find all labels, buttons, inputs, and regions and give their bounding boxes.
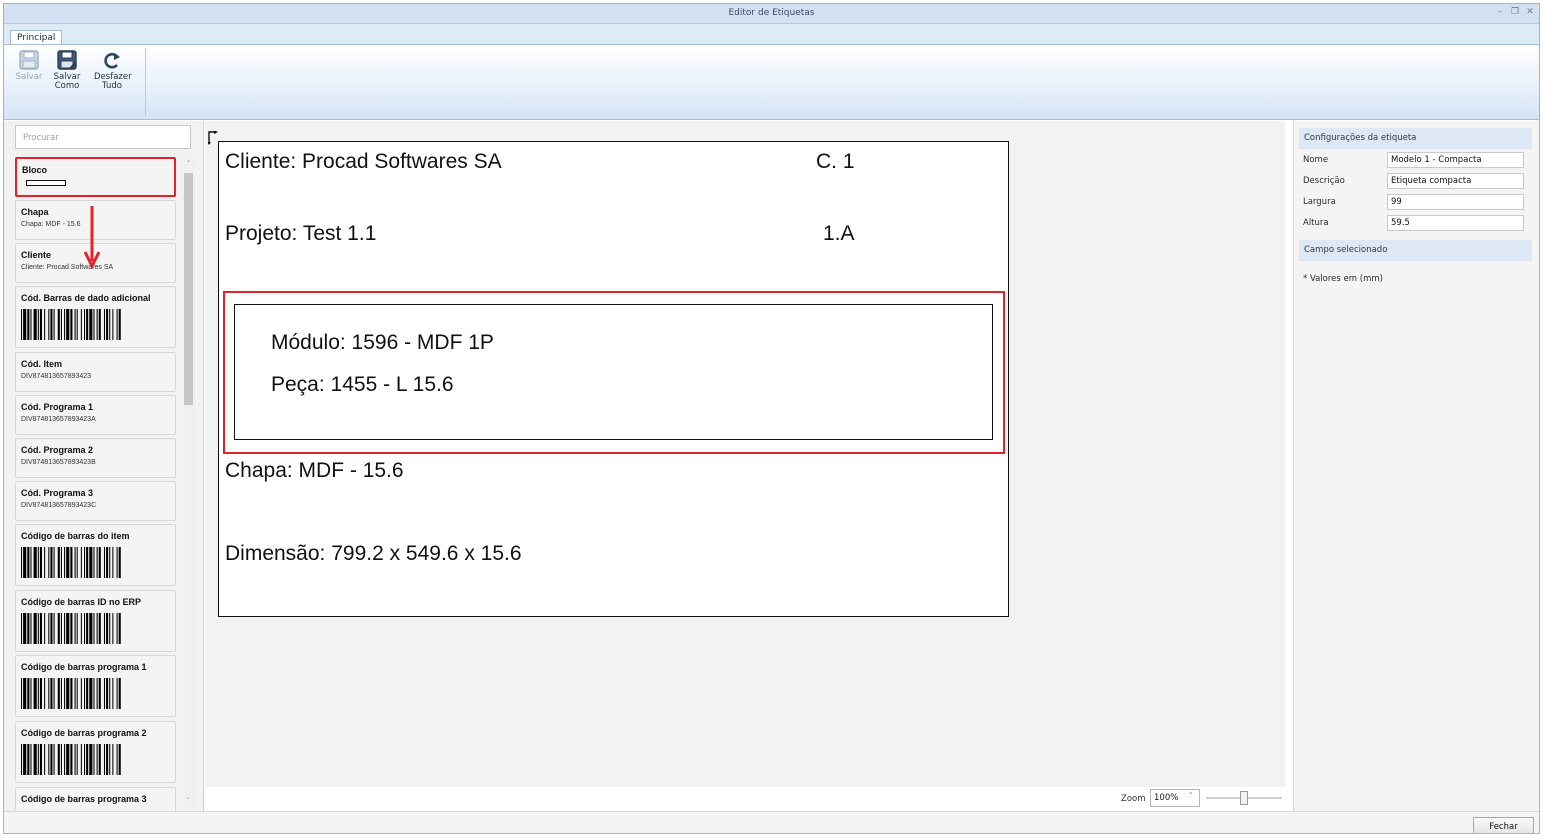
app-window: Editor de Etiquetas – ❐ ✕ Principal Salv…: [3, 3, 1540, 834]
ribbon-separator: [145, 48, 146, 116]
title-bar: Editor de Etiquetas – ❐ ✕: [4, 4, 1539, 24]
scrollbar-thumb[interactable]: [184, 173, 193, 405]
field-item-label: Cód. Programa 2: [21, 445, 94, 455]
label-dimensao-text[interactable]: Dimensão: 799.2 x 549.6 x 15.6: [225, 542, 522, 566]
ribbon-tab-row: Principal: [4, 24, 1539, 45]
block-preview-icon: [26, 180, 66, 186]
label-modulo-text[interactable]: Módulo: 1596 - MDF 1P: [271, 331, 494, 355]
selected-field-header: Campo selecionado: [1299, 240, 1532, 261]
label-chapa-text[interactable]: Chapa: MDF - 15.6: [225, 459, 404, 483]
label-c1-text[interactable]: C. 1: [816, 150, 855, 174]
close-window-button[interactable]: ✕: [1524, 7, 1536, 17]
undo-all-icon: [104, 52, 120, 69]
label-preview[interactable]: Cliente: Procad Softwares SA C. 1 Projet…: [218, 141, 1009, 617]
field-item-barcode-programa-2[interactable]: Código de barras programa 2: [15, 721, 176, 783]
field-item-label: Bloco: [22, 165, 48, 175]
search-input[interactable]: Procurar: [15, 125, 191, 149]
scroll-up-icon[interactable]: ˄: [182, 160, 195, 168]
config-label-nome: Nome: [1303, 155, 1329, 165]
barcode-icon: [21, 678, 121, 709]
field-item-barcode-id-erp[interactable]: Código de barras ID no ERP: [15, 590, 176, 652]
zoom-slider-knob[interactable]: [1240, 791, 1248, 805]
field-item-value: DIV874813657893423A: [21, 416, 96, 423]
save-label: Salvar: [15, 72, 43, 82]
field-item-label: Cód. Programa 3: [21, 488, 94, 498]
tab-principal[interactable]: Principal: [10, 30, 63, 45]
field-item-barcode-programa-3[interactable]: Código de barras programa 3: [15, 787, 176, 811]
field-item-barcode-item[interactable]: Código de barras do item: [15, 524, 176, 586]
footer-bar: Fechar: [4, 811, 1539, 833]
field-item-value: DIV874813657893423B: [21, 459, 96, 466]
field-list-scrollbar[interactable]: ˄ ˅: [182, 157, 195, 811]
altura-input[interactable]: 59.5: [1387, 215, 1524, 231]
field-item-label: Código de barras programa 2: [21, 728, 147, 738]
zoom-select[interactable]: 100%: [1150, 789, 1200, 807]
undo-all-button[interactable]: Desfazer Tudo: [94, 49, 132, 91]
field-item-label: Chapa: [21, 207, 49, 217]
minimize-button[interactable]: –: [1494, 7, 1506, 17]
close-button[interactable]: Fechar: [1473, 817, 1534, 833]
field-item-barcode-programa-1[interactable]: Código de barras programa 1: [15, 655, 176, 717]
field-item-label: Cód. Barras de dado adicional: [21, 293, 151, 303]
field-item-label: Cód. Item: [21, 359, 63, 369]
field-item-cod-programa-3[interactable]: Cód. Programa 3 DIV874813657893423C: [15, 481, 176, 521]
barcode-icon: [21, 309, 121, 340]
field-item-value: Chapa: MDF - 15.6: [21, 221, 81, 228]
label-canvas[interactable]: Cliente: Procad Softwares SA C. 1 Projet…: [205, 121, 1285, 787]
nome-input[interactable]: Modelo 1 - Compacta: [1387, 152, 1524, 168]
barcode-icon: [21, 613, 121, 644]
descricao-input[interactable]: Etiqueta compacta: [1387, 173, 1524, 189]
field-item-label: Código de barras do item: [21, 531, 130, 541]
field-item-label: Código de barras programa 1: [21, 662, 147, 672]
properties-panel: Configurações da etiqueta Nome Modelo 1 …: [1293, 121, 1539, 811]
save-as-icon: [57, 50, 77, 70]
units-note: * Valores em (mm): [1303, 274, 1383, 284]
field-item-value: DIV874813657893423: [21, 373, 92, 380]
red-arrow-annotation-icon: [84, 206, 100, 270]
chevron-down-icon[interactable]: ˅: [1189, 792, 1193, 800]
field-item-barcode-dado-adicional[interactable]: Cód. Barras de dado adicional: [15, 286, 176, 348]
barcode-icon: [21, 744, 121, 775]
config-label-largura: Largura: [1303, 197, 1336, 207]
save-icon: [19, 50, 39, 70]
largura-input[interactable]: 99: [1387, 194, 1524, 210]
label-block[interactable]: [234, 304, 993, 440]
label-cliente-text[interactable]: Cliente: Procad Softwares SA: [225, 150, 502, 174]
window-title: Editor de Etiquetas: [728, 8, 815, 18]
restore-button[interactable]: ❐: [1509, 7, 1521, 17]
label-config-header: Configurações da etiqueta: [1299, 128, 1532, 149]
field-item-value: DIV874813657893423C: [21, 502, 97, 509]
field-item-label: Código de barras ID no ERP: [21, 597, 142, 607]
label-code-text[interactable]: 1.A: [823, 222, 855, 246]
barcode-icon: [21, 547, 121, 578]
ribbon: Salvar Salvar Como Desfazer Tudo: [4, 44, 1539, 120]
undo-all-label: Desfazer Tudo: [94, 72, 132, 91]
field-item-cod-programa-1[interactable]: Cód. Programa 1 DIV874813657893423A: [15, 395, 176, 435]
field-item-label: Cód. Programa 1: [21, 402, 94, 412]
field-list-panel: Procurar Bloco Chapa Chapa: MDF - 15.6 C…: [4, 121, 204, 811]
save-as-label: Salvar Como: [53, 72, 81, 91]
field-list: Bloco Chapa Chapa: MDF - 15.6 Cliente Cl…: [15, 157, 197, 811]
zoom-slider[interactable]: [1206, 791, 1282, 805]
zoom-label: Zoom: [1121, 794, 1146, 804]
field-item-bloco[interactable]: Bloco: [15, 157, 176, 197]
config-label-altura: Altura: [1303, 218, 1329, 228]
label-projeto-text[interactable]: Projeto: Test 1.1: [225, 222, 376, 246]
scroll-down-icon[interactable]: ˅: [182, 797, 195, 805]
label-peca-text[interactable]: Peça: 1455 - L 15.6: [271, 373, 454, 397]
field-item-cod-programa-2[interactable]: Cód. Programa 2 DIV874813657893423B: [15, 438, 176, 478]
field-item-label: Cliente: [21, 250, 52, 260]
save-button[interactable]: Salvar: [11, 49, 47, 82]
config-label-descricao: Descrição: [1303, 176, 1345, 186]
field-item-label: Código de barras programa 3: [21, 794, 147, 804]
field-item-cod-item[interactable]: Cód. Item DIV874813657893423: [15, 352, 176, 392]
save-as-button[interactable]: Salvar Como: [49, 49, 85, 91]
